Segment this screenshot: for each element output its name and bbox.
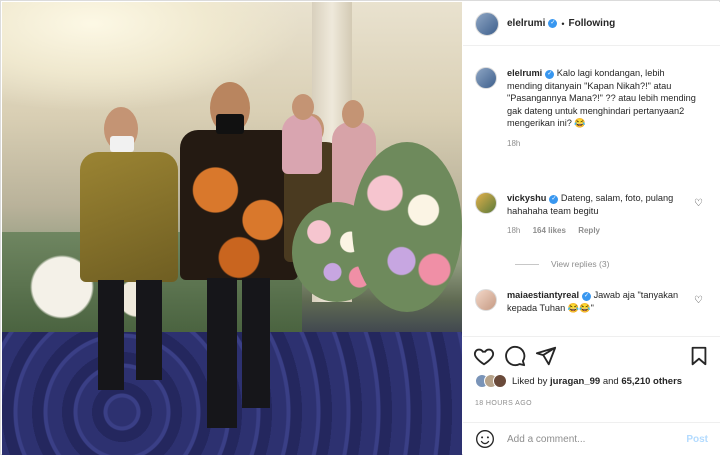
- photo-mask-left: [110, 136, 134, 152]
- header-separator: •: [561, 18, 565, 29]
- add-comment-input[interactable]: [507, 433, 687, 445]
- comment-time[interactable]: 18h: [507, 226, 520, 235]
- photo-person-center: [180, 130, 298, 280]
- comment-avatar[interactable]: [475, 192, 497, 214]
- post-actions: [463, 336, 720, 374]
- likes-text: Liked by juragan_99 and 65,210 others: [512, 376, 682, 387]
- bookmark-icon[interactable]: [688, 345, 710, 367]
- comment-item: maiaestiantyreal ✓ Jawab aja "tanyakan ke…: [475, 289, 715, 314]
- photo-leg: [136, 280, 162, 380]
- comment-likes[interactable]: 164 likes: [533, 226, 566, 235]
- liker-avatar[interactable]: [493, 374, 507, 388]
- photo-leg: [207, 278, 237, 428]
- view-replies-label[interactable]: View replies (3): [551, 259, 609, 269]
- caption-meta: 18h: [507, 138, 697, 151]
- verified-icon: ✓: [548, 19, 558, 28]
- likes-prefix: Liked by: [512, 375, 548, 387]
- post-timestamp[interactable]: 18 HOURS AGO: [475, 400, 532, 407]
- photo-mask-center: [216, 114, 244, 134]
- post-header: elelrumi ✓ • Following: [463, 2, 720, 46]
- photo-head-bg: [342, 100, 364, 128]
- caption-avatar[interactable]: [475, 67, 497, 89]
- comment-body: maiaestiantyreal ✓ Jawab aja "tanyakan ke…: [507, 289, 697, 314]
- heart-icon[interactable]: ♡: [694, 295, 703, 306]
- photo-leg: [98, 280, 124, 390]
- emoji-icon[interactable]: [475, 429, 495, 449]
- verified-icon: ✓: [582, 292, 592, 301]
- comment-username[interactable]: maiaestiantyreal: [507, 290, 579, 300]
- author-username[interactable]: elelrumi: [507, 18, 545, 29]
- photo-chandelier: [2, 2, 302, 112]
- replies-divider: [515, 263, 539, 265]
- photo-person-left: [80, 152, 178, 282]
- post-photo[interactable]: [2, 2, 462, 455]
- author-avatar[interactable]: [475, 11, 499, 36]
- view-replies-button[interactable]: View replies (3): [515, 259, 609, 269]
- photo-head-bg: [292, 94, 314, 120]
- comment-meta: 18h 164 likes Reply: [507, 225, 697, 238]
- likes-summary: Liked by juragan_99 and 65,210 others: [475, 374, 682, 388]
- verified-icon: ✓: [549, 195, 559, 204]
- add-comment-bar: Post: [463, 422, 720, 455]
- comment-item: vickyshu ✓ Dateng, salam, foto, pulang ha…: [475, 192, 715, 238]
- comment-body: vickyshu ✓ Dateng, salam, foto, pulang ha…: [507, 192, 697, 238]
- heart-icon[interactable]: ♡: [694, 198, 703, 209]
- photo-bouquet: [352, 142, 462, 312]
- heart-icon[interactable]: [473, 345, 495, 367]
- comment-avatar[interactable]: [475, 289, 497, 311]
- photo-leg: [242, 278, 270, 408]
- caption-time[interactable]: 18h: [507, 139, 520, 148]
- comment-username[interactable]: vickyshu: [507, 193, 546, 203]
- instagram-post-frame: elelrumi ✓ • Following elelrumi ✓ Kalo la…: [0, 0, 720, 455]
- likes-user-link[interactable]: juragan_99: [550, 376, 600, 387]
- post-button[interactable]: Post: [686, 434, 708, 445]
- caption-body: elelrumi ✓ Kalo lagi kondangan, lebih men…: [507, 67, 697, 150]
- share-icon[interactable]: [535, 345, 557, 367]
- verified-icon: ✓: [545, 70, 555, 79]
- comment-icon[interactable]: [504, 345, 526, 367]
- likes-middle: and: [602, 375, 619, 387]
- caption-username[interactable]: elelrumi: [507, 68, 542, 78]
- likes-count-link[interactable]: 65,210 others: [621, 376, 682, 387]
- post-caption: elelrumi ✓ Kalo lagi kondangan, lebih men…: [475, 67, 715, 150]
- following-button[interactable]: Following: [569, 18, 616, 29]
- reply-button[interactable]: Reply: [578, 226, 600, 235]
- photo-person-bg: [282, 114, 322, 174]
- post-side-panel: elelrumi ✓ • Following elelrumi ✓ Kalo la…: [463, 2, 720, 455]
